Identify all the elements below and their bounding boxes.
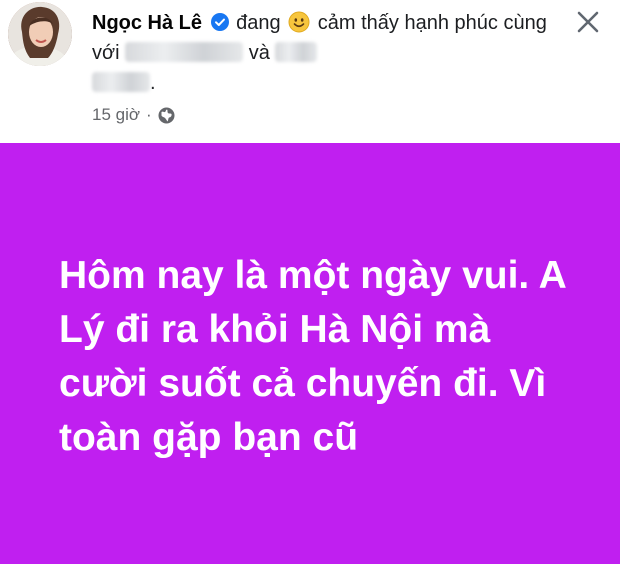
verified-badge-icon: [210, 10, 229, 31]
post-meta: 15 giờ ·: [92, 105, 175, 125]
tagged-friend-redacted[interactable]: [92, 72, 150, 92]
close-button[interactable]: [566, 0, 610, 44]
and-word: và: [248, 42, 270, 64]
globe-icon[interactable]: [158, 107, 175, 124]
post-title-line: Ngọc Hà Lê đang cảm thấy hạnh phúc cùng …: [92, 8, 562, 98]
avatar[interactable]: [8, 2, 72, 66]
sentence-period: .: [150, 72, 156, 94]
author-name[interactable]: Ngọc Hà Lê: [92, 12, 202, 34]
meta-separator: ·: [146, 105, 152, 124]
post-time[interactable]: 15 giờ: [92, 105, 140, 125]
feeling-prefix: đang: [236, 12, 281, 34]
smiling-face-icon: [288, 11, 310, 33]
avatar-photo: [8, 2, 72, 66]
status-background-banner: Hôm nay là một ngày vui. A Lý đi ra khỏi…: [0, 143, 620, 564]
status-text: Hôm nay là một ngày vui. A Lý đi ra khỏi…: [59, 253, 566, 459]
close-icon: [577, 11, 599, 33]
post-header: Ngọc Hà Lê đang cảm thấy hạnh phúc cùng …: [0, 0, 620, 143]
tagged-friend-redacted[interactable]: [125, 42, 244, 62]
tagged-friend-redacted[interactable]: [275, 42, 318, 62]
